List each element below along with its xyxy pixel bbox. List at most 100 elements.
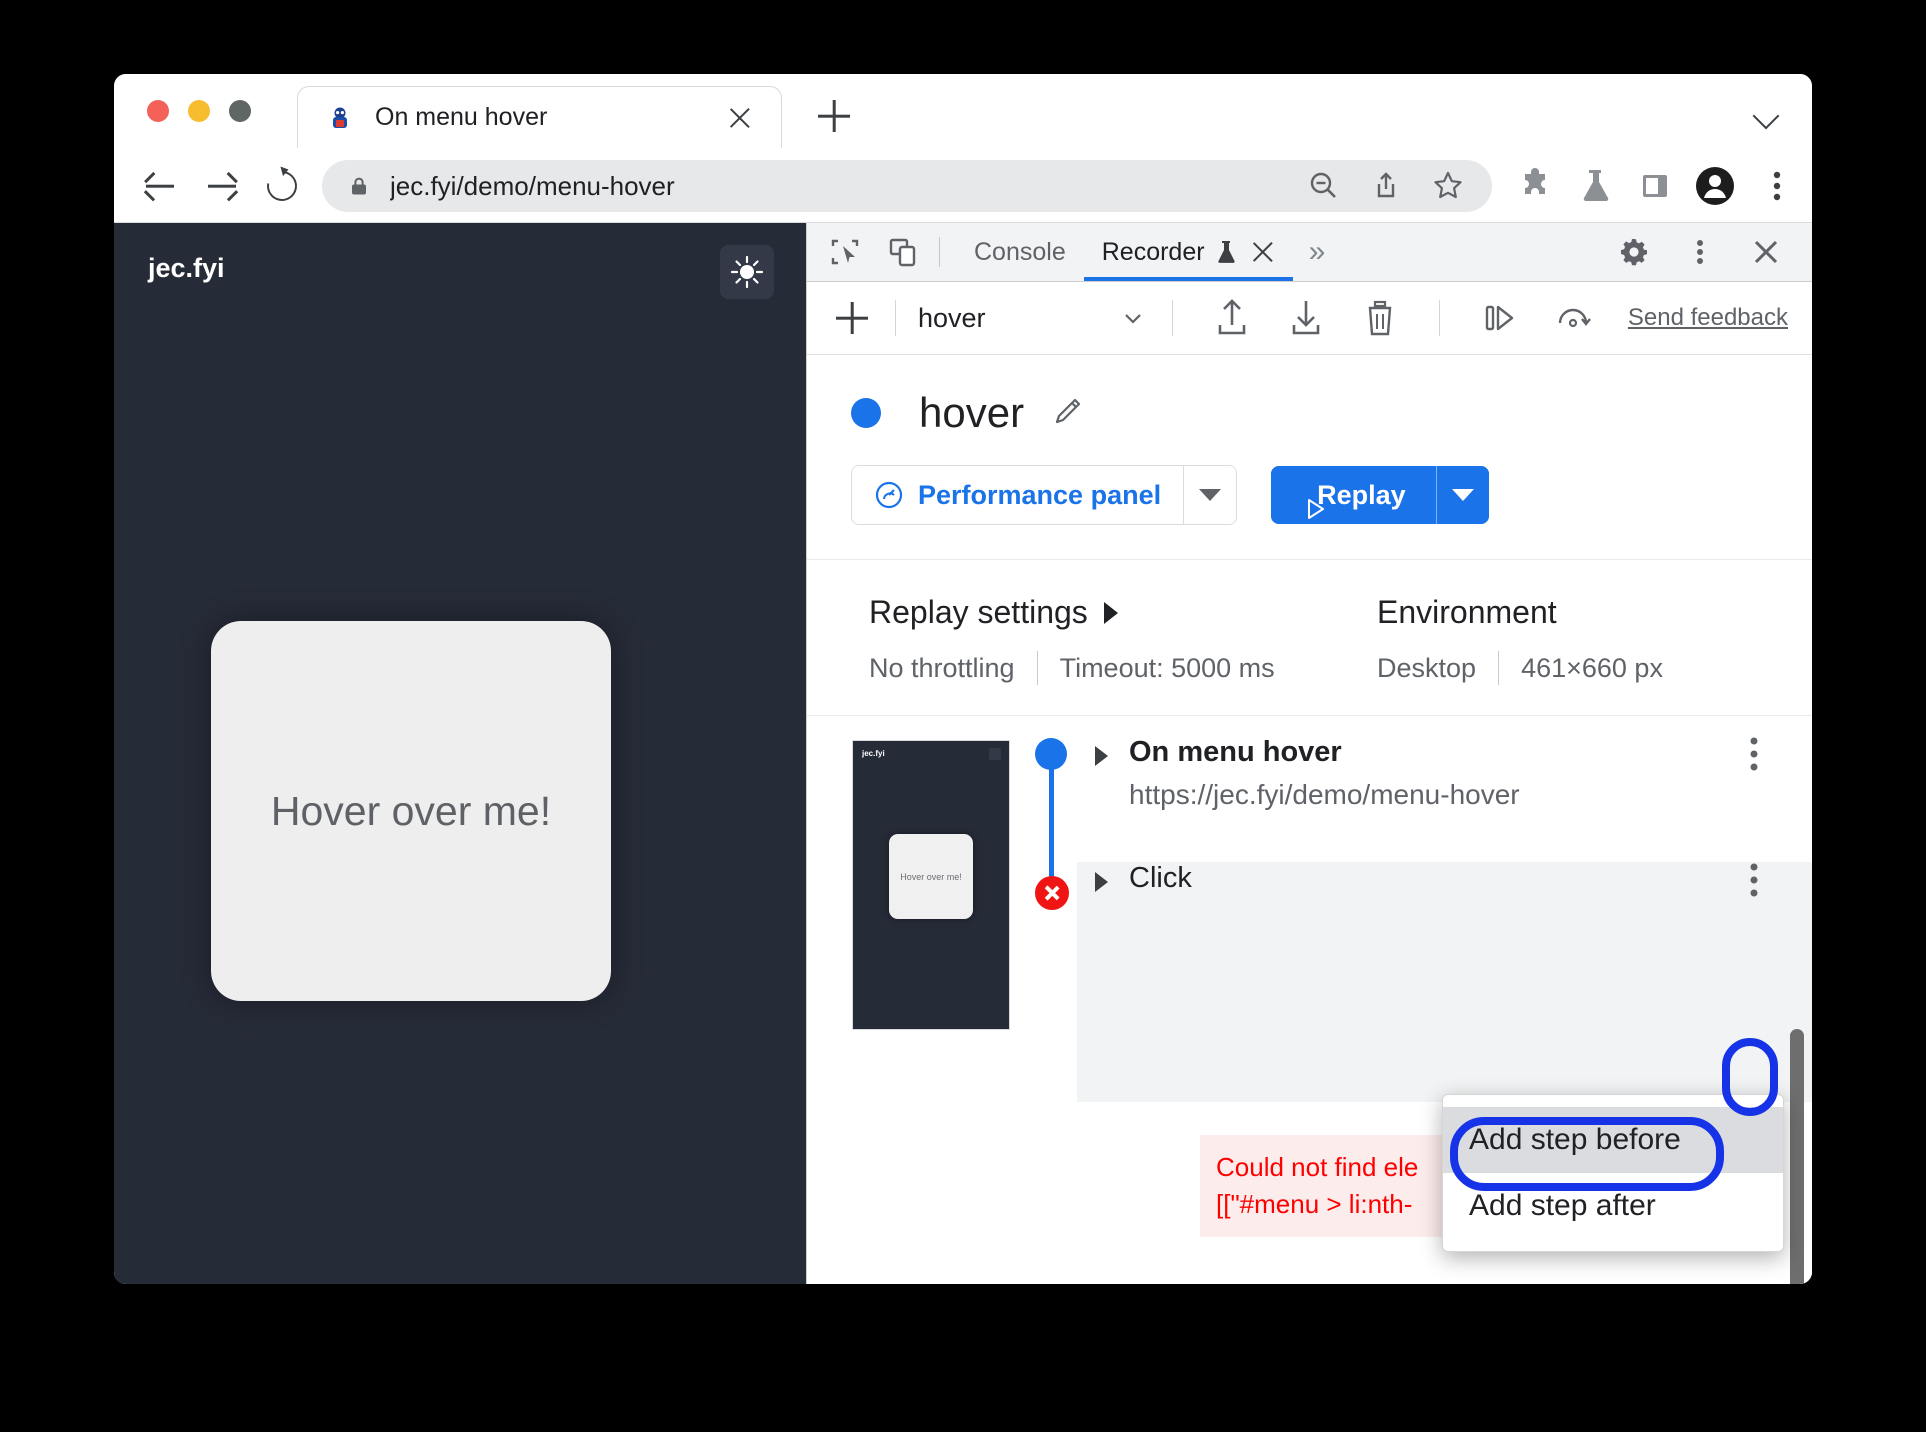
close-window-button[interactable] [147, 100, 169, 122]
address-bar-url: jec.fyi/demo/menu-hover [390, 170, 675, 201]
settings-gear-icon[interactable] [1614, 232, 1654, 272]
replay-settings-values: No throttling Timeout: 5000 ms [869, 651, 1349, 685]
step-screenshot-thumbnail: jec.fyi Hover over me! [852, 740, 1010, 1030]
reload-button[interactable] [261, 165, 303, 207]
timeout-value: Timeout: 5000 ms [1059, 652, 1275, 683]
chevron-down-icon [1122, 307, 1144, 329]
export-recording-icon[interactable] [1285, 297, 1327, 339]
step-error-line-2: [["#menu > li:nth- [1216, 1188, 1413, 1219]
recording-actions: Performance panel Replay [851, 465, 1812, 525]
thumbnail-sun-icon [989, 748, 1001, 760]
replay-settings-row: Replay settings No throttling Timeout: 5… [807, 560, 1812, 716]
extensions-puzzle-icon[interactable] [1513, 164, 1557, 208]
step-context-menu: Add step before Add step after [1442, 1094, 1784, 1252]
address-bar[interactable]: jec.fyi/demo/menu-hover [322, 160, 1492, 212]
new-tab-button[interactable] [814, 96, 854, 136]
step-status-error-icon [1035, 876, 1069, 910]
table-row[interactable]: On menu hover https://jec.fyi/demo/menu-… [1077, 736, 1812, 811]
inspect-element-icon[interactable] [825, 232, 865, 272]
replay-settings-label: Replay settings [869, 594, 1088, 630]
step-url: https://jec.fyi/demo/menu-hover [1129, 779, 1520, 810]
performance-panel-button[interactable]: Performance panel [852, 466, 1184, 524]
more-tabs-icon[interactable]: » [1293, 237, 1342, 267]
tab-recorder-label: Recorder [1101, 237, 1205, 266]
add-step-before-item[interactable]: Add step before [1443, 1107, 1783, 1173]
replay-step-by-step-icon[interactable] [1478, 297, 1520, 339]
chrome-menu-icon[interactable] [1755, 164, 1799, 208]
replay-speed-icon[interactable] [1552, 297, 1594, 339]
recorder-toolbar: hover Send feedback [807, 282, 1812, 355]
browser-toolbar: jec.fyi/demo/menu-hover [114, 148, 1812, 223]
devtools-tabbar: Console Recorder » [807, 223, 1812, 282]
screenshot-root: On menu hover jec.fyi/demo/menu-hover je… [0, 0, 1926, 1432]
steps-scrollbar[interactable] [1790, 1029, 1804, 1284]
environment-col: Environment Desktop 461×660 px [1349, 594, 1663, 685]
divider [1498, 651, 1500, 685]
replay-options-chevron[interactable] [1435, 466, 1489, 524]
steps-timeline-rail [1035, 730, 1069, 1106]
import-recording-icon[interactable] [1211, 297, 1253, 339]
step-options-icon[interactable] [1734, 858, 1774, 902]
sun-icon[interactable] [720, 245, 774, 299]
replay-button[interactable]: Replay [1271, 466, 1436, 524]
close-icon[interactable] [1251, 240, 1275, 264]
toolbar-divider [1438, 300, 1440, 336]
experiments-flask-icon[interactable] [1573, 164, 1617, 208]
edit-title-icon[interactable] [1050, 395, 1086, 431]
window-traffic-lights [147, 100, 251, 122]
hover-card-label: Hover over me! [270, 787, 552, 834]
tab-console-label: Console [974, 237, 1066, 266]
tab-recorder[interactable]: Recorder [1083, 223, 1293, 281]
toolbar-divider [939, 237, 940, 267]
expand-step-icon[interactable] [1095, 872, 1108, 892]
replay-button-group: Replay [1271, 466, 1489, 524]
recording-select[interactable]: hover [918, 303, 1150, 334]
web-page-pane: jec.fyi Hover over me! [114, 223, 806, 1284]
environment-heading: Environment [1377, 594, 1663, 631]
performance-gauge-icon [874, 480, 904, 510]
device-toolbar-icon[interactable] [883, 232, 923, 272]
delete-recording-icon[interactable] [1359, 297, 1401, 339]
share-icon[interactable] [1368, 168, 1404, 204]
environment-values: Desktop 461×660 px [1377, 651, 1663, 685]
table-row[interactable]: Click [1077, 862, 1812, 1102]
expand-step-icon[interactable] [1095, 746, 1108, 766]
devtools-actions [1614, 232, 1812, 272]
experiments-flask-icon [1215, 239, 1237, 265]
step-title: On menu hover [1129, 736, 1342, 768]
zoom-out-icon[interactable] [1306, 168, 1342, 204]
performance-options-chevron[interactable] [1183, 466, 1237, 524]
recording-title-row: hover [851, 389, 1812, 437]
lock-icon [348, 175, 370, 197]
chevron-right-icon [1103, 601, 1118, 624]
recording-select-value: hover [918, 302, 986, 333]
send-feedback-link[interactable]: Send feedback [1628, 304, 1788, 332]
maximize-window-button[interactable] [229, 100, 251, 122]
site-favicon [327, 105, 353, 131]
close-icon[interactable] [723, 101, 757, 135]
chevron-down-icon[interactable] [1748, 100, 1784, 136]
performance-panel-button-group: Performance panel [851, 465, 1238, 525]
browser-tab[interactable]: On menu hover [297, 86, 782, 148]
throttling-value: No throttling [869, 652, 1015, 683]
tab-console[interactable]: Console [956, 223, 1084, 281]
side-panel-icon[interactable] [1633, 164, 1677, 208]
hover-target-card[interactable]: Hover over me! [211, 621, 611, 1001]
recording-header: hover Performance panel Replay [807, 355, 1812, 560]
forward-button[interactable] [202, 166, 242, 206]
bookmark-star-icon[interactable] [1430, 168, 1466, 204]
steps-list: jec.fyi Hover over me! On menu hover htt… [807, 716, 1812, 1106]
step-options-icon[interactable] [1734, 732, 1774, 776]
devtools-more-icon[interactable] [1680, 232, 1720, 272]
performance-panel-label: Performance panel [918, 479, 1162, 510]
back-button[interactable] [140, 166, 180, 206]
add-step-after-item[interactable]: Add step after [1443, 1173, 1783, 1239]
tab-strip: On menu hover [114, 74, 1812, 148]
profile-avatar-icon[interactable] [1693, 164, 1737, 208]
device-value: Desktop [1377, 652, 1477, 683]
minimize-window-button[interactable] [188, 100, 210, 122]
replay-settings-toggle[interactable]: Replay settings [869, 594, 1349, 631]
new-recording-button[interactable] [831, 297, 873, 339]
devtools-close-icon[interactable] [1746, 232, 1786, 272]
recording-title: hover [919, 389, 1025, 436]
